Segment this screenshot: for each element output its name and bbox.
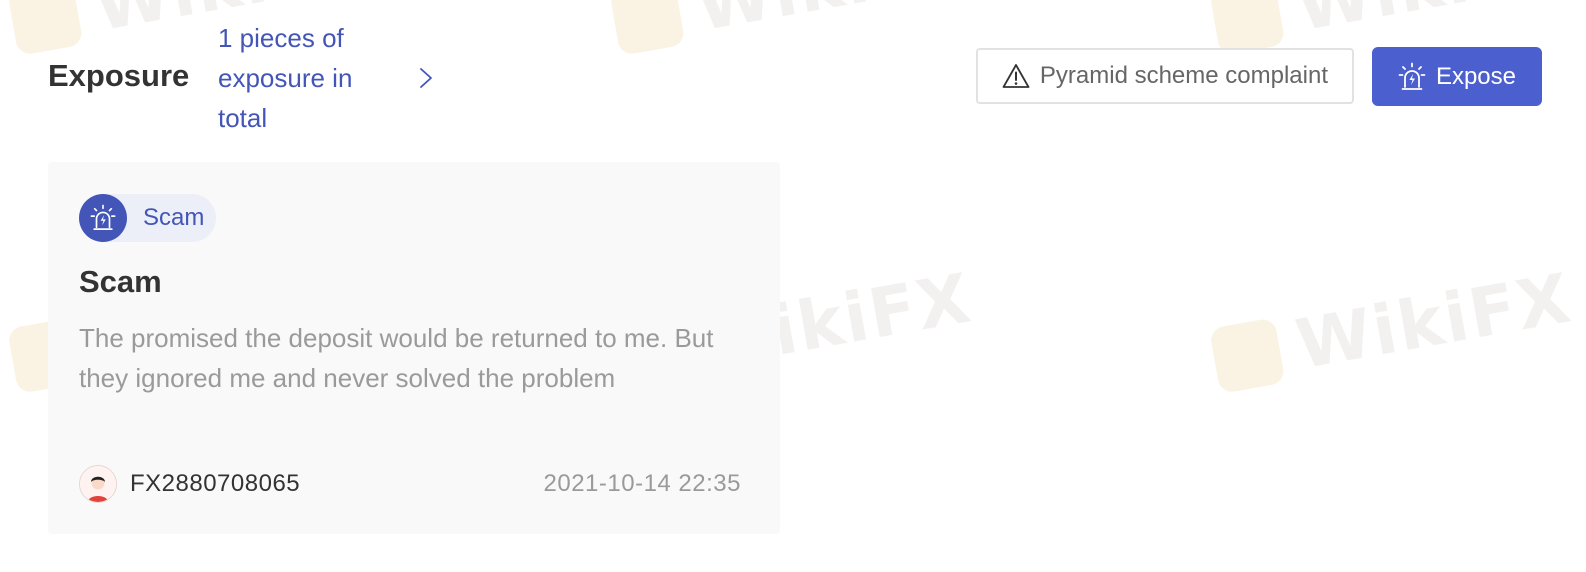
timestamp: 2021-10-14 22:35	[543, 470, 741, 497]
exposure-description: The promised the deposit would be return…	[79, 323, 714, 393]
section-title: Exposure	[48, 58, 190, 93]
exposure-page: WikiFX WikiFX WikiFX WikiFX WikiFX WikiF…	[0, 0, 1586, 572]
warning-triangle-icon	[1002, 64, 1030, 88]
watermark-text: WikiFX	[1290, 259, 1578, 386]
category-tag-label: Scam	[143, 204, 205, 231]
username[interactable]: FX2880708065	[130, 470, 300, 498]
alarm-siren-icon	[79, 194, 127, 242]
watermark: WikiFX	[1208, 259, 1578, 400]
watermark-logo-icon	[1209, 316, 1286, 394]
exposure-title: Scam	[79, 264, 162, 299]
expose-label: Expose	[1435, 62, 1516, 90]
chevron-right-icon[interactable]	[416, 66, 436, 90]
expose-button[interactable]: Expose	[1371, 47, 1542, 106]
exposure-footer: FX2880708065 2021-10-14 22:35	[79, 464, 741, 504]
category-tag: Scam	[79, 194, 217, 242]
total-exposure-link[interactable]: 1 pieces of exposure in total	[218, 18, 408, 138]
alarm-siren-icon	[1398, 62, 1426, 90]
pyramid-complaint-button[interactable]: Pyramid scheme complaint	[975, 48, 1354, 104]
pyramid-complaint-label: Pyramid scheme complaint	[1039, 62, 1328, 89]
exposure-header: Exposure 1 pieces of exposure in total P…	[48, 18, 1542, 136]
user-avatar-icon	[79, 465, 117, 503]
exposure-card[interactable]: Scam Scam The promised the deposit would…	[48, 162, 780, 534]
